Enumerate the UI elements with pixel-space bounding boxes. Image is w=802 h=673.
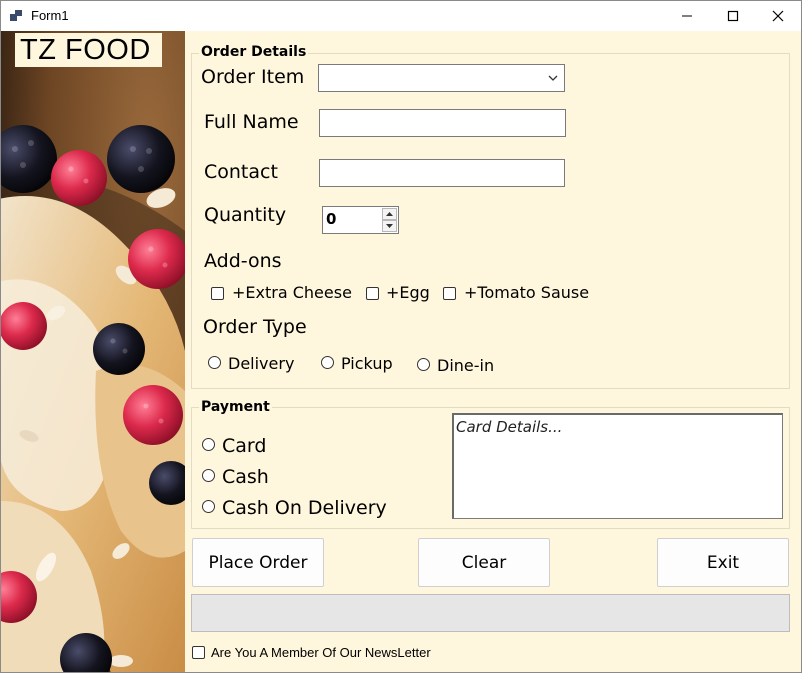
card-details-placeholder: Card Details...	[456, 418, 563, 436]
dine-in-radio[interactable]	[417, 358, 430, 371]
quantity-label: Quantity	[204, 204, 287, 226]
tomato-sauce-checkbox[interactable]	[443, 287, 456, 300]
maximize-icon	[727, 10, 739, 22]
tomato-sauce-label[interactable]: +Tomato Sause	[464, 283, 589, 302]
extra-cheese-label[interactable]: +Extra Cheese	[232, 283, 352, 302]
cash-on-delivery-label[interactable]: Cash On Delivery	[222, 497, 387, 519]
contact-label: Contact	[204, 161, 278, 183]
delivery-label[interactable]: Delivery	[228, 354, 294, 373]
brand-title: TZ FOOD	[15, 33, 162, 67]
minimize-icon	[682, 15, 692, 17]
full-name-label: Full Name	[204, 111, 299, 133]
card-label[interactable]: Card	[222, 435, 266, 457]
card-details-textarea[interactable]: Card Details...	[452, 413, 783, 519]
clear-button[interactable]: Clear	[418, 538, 550, 587]
pickup-radio[interactable]	[321, 356, 334, 369]
food-image	[1, 31, 185, 672]
payment-title: Payment	[199, 399, 272, 415]
quantity-up-button[interactable]	[382, 208, 397, 220]
contact-input[interactable]	[319, 159, 565, 187]
cash-radio[interactable]	[202, 469, 215, 482]
delivery-radio[interactable]	[208, 356, 221, 369]
order-type-label: Order Type	[203, 316, 307, 338]
quantity-down-button[interactable]	[382, 220, 397, 232]
card-radio[interactable]	[202, 438, 215, 451]
cash-label[interactable]: Cash	[222, 466, 269, 488]
close-button[interactable]	[755, 1, 801, 31]
dine-in-label[interactable]: Dine-in	[437, 356, 494, 375]
main-window: Form1 TZ FOOD Order Details Order Item F…	[0, 0, 802, 673]
spin-up-icon	[386, 212, 393, 216]
egg-label[interactable]: +Egg	[386, 283, 430, 302]
title-bar[interactable]: Form1	[1, 1, 801, 31]
cash-on-delivery-radio[interactable]	[202, 500, 215, 513]
order-item-label: Order Item	[201, 66, 305, 88]
quantity-stepper[interactable]: 0	[322, 206, 399, 234]
egg-checkbox[interactable]	[366, 287, 379, 300]
order-item-combobox[interactable]	[318, 64, 565, 92]
place-order-button[interactable]: Place Order	[192, 538, 324, 587]
quantity-value: 0	[326, 210, 337, 228]
chevron-down-icon	[548, 75, 558, 81]
full-name-input[interactable]	[319, 109, 566, 137]
close-icon	[772, 10, 784, 22]
addons-label: Add-ons	[204, 250, 282, 272]
newsletter-label[interactable]: Are You A Member Of Our NewsLetter	[211, 645, 431, 660]
window-title: Form1	[31, 8, 69, 23]
app-icon	[10, 10, 24, 22]
newsletter-checkbox[interactable]	[192, 646, 205, 659]
exit-button[interactable]: Exit	[657, 538, 789, 587]
minimize-button[interactable]	[664, 1, 710, 31]
maximize-button[interactable]	[710, 1, 756, 31]
extra-cheese-checkbox[interactable]	[211, 287, 224, 300]
order-details-title: Order Details	[199, 44, 309, 60]
order-progress-bar	[191, 594, 790, 632]
pickup-label[interactable]: Pickup	[341, 354, 393, 373]
spin-down-icon	[386, 224, 393, 228]
